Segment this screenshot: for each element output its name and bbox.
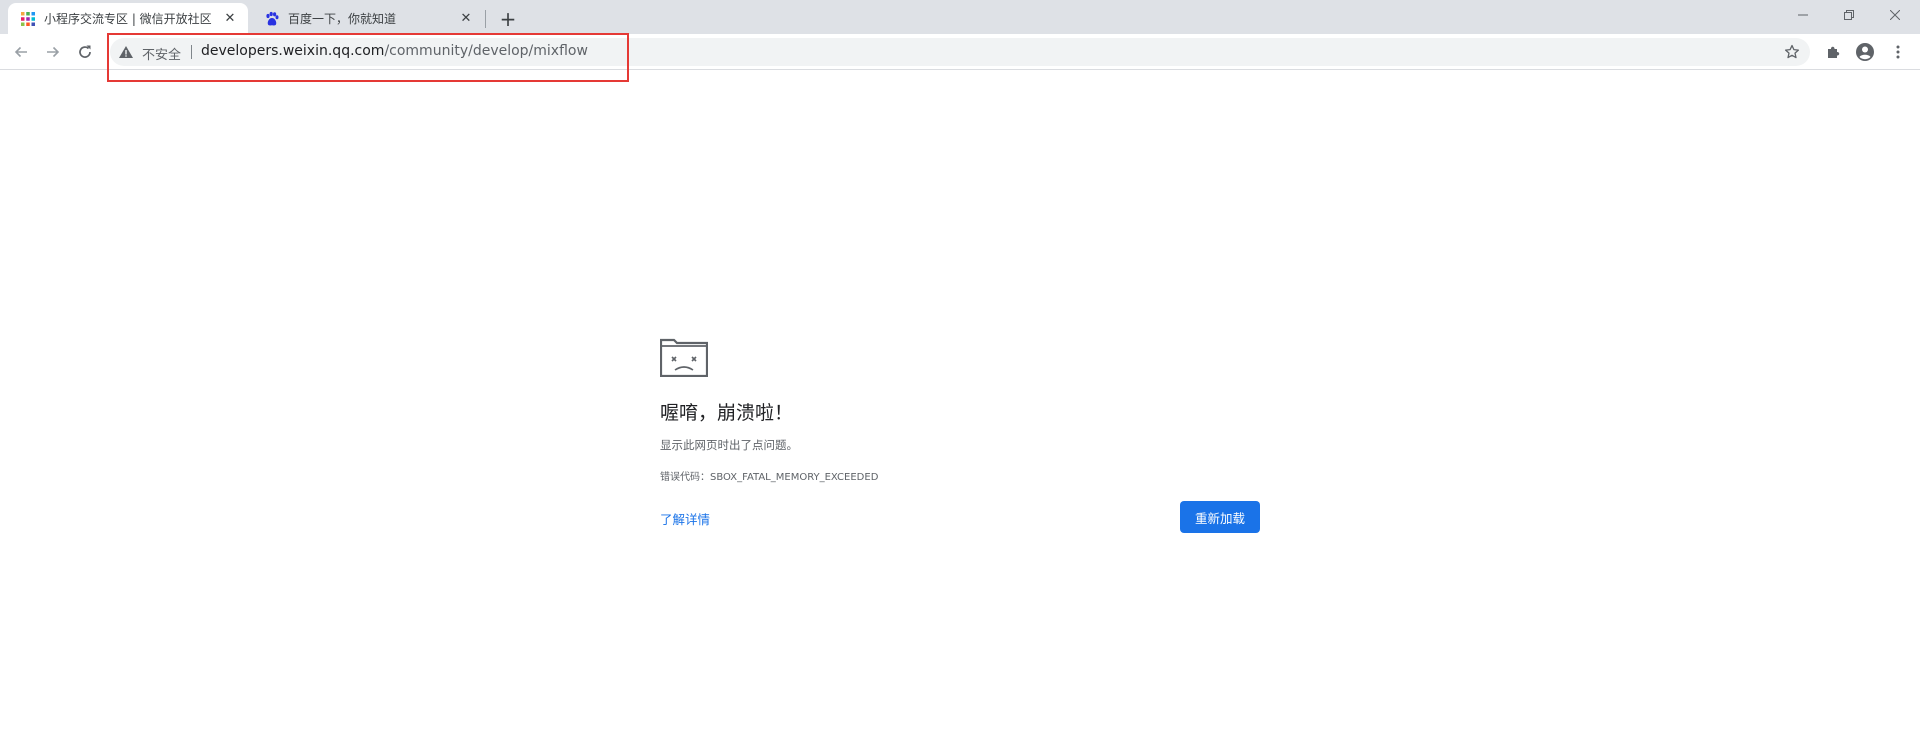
forward-arrow-icon [47, 46, 60, 58]
close-icon[interactable]: ✕ [222, 11, 238, 27]
wechat-dev-grid-icon [21, 11, 35, 26]
restore-button[interactable] [1826, 0, 1872, 30]
tab-baidu[interactable]: 百度一下，你就知道 ✕ [252, 3, 484, 34]
tab-wechat-community[interactable]: 小程序交流专区 | 微信开放社区 ✕ [8, 3, 248, 34]
back-arrow-icon [14, 46, 27, 58]
baidu-paw-icon [266, 11, 279, 25]
new-tab-button[interactable]: + [496, 7, 520, 31]
tab-title: 小程序交流专区 | 微信开放社区 [44, 12, 212, 26]
address-bar-highlight-box [107, 33, 629, 82]
tab-separator [485, 10, 486, 28]
extensions-button[interactable] [1822, 40, 1846, 64]
minimize-icon [1798, 14, 1808, 16]
close-window-button[interactable] [1872, 0, 1918, 30]
forward-button[interactable] [41, 40, 65, 64]
kebab-menu-icon [1896, 45, 1900, 59]
account-circle-icon [1856, 43, 1874, 61]
reload-button[interactable] [73, 40, 97, 64]
error-subtitle: 显示此网页时出了点问题。 [660, 438, 798, 452]
error-code: 错误代码：SBOX_FATAL_MEMORY_EXCEEDED [660, 472, 879, 483]
minimize-button[interactable] [1780, 0, 1826, 30]
tab-strip: 小程序交流专区 | 微信开放社区 ✕ 百度一下，你就知道 ✕ + [0, 0, 1920, 34]
reload-page-button[interactable]: 重新加载 [1180, 501, 1260, 533]
reload-icon [79, 45, 91, 58]
puzzle-piece-icon [1828, 46, 1840, 58]
bookmark-star-icon[interactable] [1782, 42, 1802, 62]
close-window-icon [1890, 10, 1900, 20]
close-icon[interactable]: ✕ [458, 11, 474, 27]
restore-icon [1844, 10, 1854, 20]
sad-tab-icon [660, 338, 708, 377]
error-title: 喔唷，崩溃啦！ [660, 402, 794, 424]
menu-button[interactable] [1886, 40, 1910, 64]
profile-button[interactable] [1853, 40, 1877, 64]
back-button[interactable] [9, 40, 33, 64]
tab-title: 百度一下，你就知道 [288, 12, 397, 26]
learn-more-link[interactable]: 了解详情 [660, 509, 710, 528]
